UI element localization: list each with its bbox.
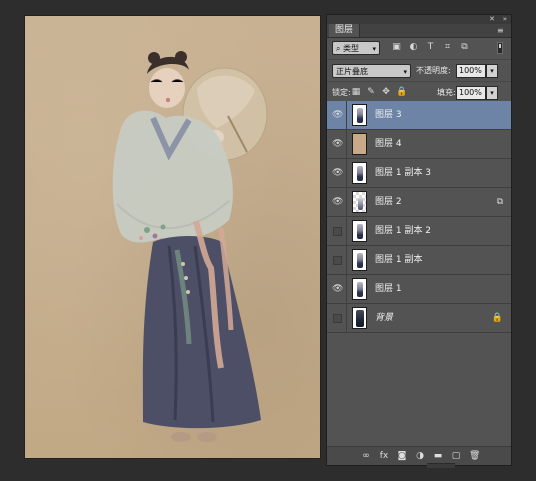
hidden-box-icon xyxy=(333,256,342,265)
lock-label: 锁定: xyxy=(332,88,351,97)
blend-row: 正片叠底 ▾ 不透明度: 100% ▾ xyxy=(327,60,511,82)
opacity-field[interactable]: 100% xyxy=(456,64,486,78)
fill-label: 填充: xyxy=(437,88,456,97)
hidden-box-icon xyxy=(333,314,342,323)
layer-row[interactable]: 👁 图层 1 副本 3 xyxy=(327,159,511,188)
layer-name: 图层 4 xyxy=(375,139,402,149)
figure-thumbnail-icon xyxy=(357,253,363,268)
panel-titlebar: ✕ » xyxy=(327,15,511,24)
layer-thumbnail xyxy=(352,162,367,184)
filter-pixel-layer-icon[interactable]: ▣ xyxy=(391,42,402,53)
layer-name: 图层 1 副本 xyxy=(375,255,423,265)
layer-thumbnail xyxy=(352,307,367,329)
visibility-toggle[interactable]: 👁 xyxy=(327,188,347,216)
opacity-label: 不透明度: xyxy=(416,66,451,75)
filter-type-layer-icon[interactable]: T xyxy=(425,42,436,53)
panel-resize-grip[interactable] xyxy=(427,463,455,468)
layer-name: 图层 2 xyxy=(375,197,402,207)
layer-row[interactable]: 👁 图层 4 xyxy=(327,130,511,159)
lock-transparency-icon[interactable]: ▦ xyxy=(351,87,361,97)
lock-pixels-icon[interactable]: ✎ xyxy=(366,87,376,97)
visibility-toggle[interactable]: 👁 xyxy=(327,159,347,187)
filter-row: ⌕ 类型 ▾ ▣ ◐ T ⌗ ⧉ xyxy=(327,38,511,60)
visibility-toggle[interactable]: 👁 xyxy=(327,101,347,129)
eye-icon: 👁 xyxy=(332,168,344,178)
layer-thumbnail xyxy=(352,249,367,271)
layer-name: 图层 3 xyxy=(375,110,402,120)
lock-all-icon[interactable]: 🔒 xyxy=(396,87,407,97)
blend-mode-select[interactable]: 正片叠底 ▾ xyxy=(332,64,411,78)
filter-search-icon: ⌕ xyxy=(336,44,341,53)
photoshop-workspace: ✕ » 图层 ≡ ⌕ 类型 ▾ ▣ ◐ T ⌗ ⧉ 正片叠底 ▾ 不透明度: 1… xyxy=(0,0,536,481)
tab-layers[interactable]: 图层 xyxy=(329,24,361,37)
chevron-down-icon: ▾ xyxy=(372,45,376,53)
fill-dropdown-button[interactable]: ▾ xyxy=(486,86,498,100)
layers-panel: ✕ » 图层 ≡ ⌕ 类型 ▾ ▣ ◐ T ⌗ ⧉ 正片叠底 ▾ 不透明度: 1… xyxy=(326,14,512,468)
layer-row[interactable]: 背景 🔒 xyxy=(327,304,511,333)
layer-name: 背景 xyxy=(375,313,394,323)
link-layers-icon[interactable]: ∞ xyxy=(361,450,371,462)
layer-row[interactable]: 👁 图层 1 xyxy=(327,275,511,304)
chevron-down-icon: ▾ xyxy=(403,68,407,76)
layer-row[interactable]: 👁 图层 3 xyxy=(327,101,511,130)
panel-collapse-button[interactable]: » xyxy=(503,15,507,24)
figure-thumbnail-icon xyxy=(357,166,363,181)
layers-footer: ∞ fx ◙ ◑ ▬ ▢ 🗑 xyxy=(327,446,511,468)
panel-tabbar: 图层 ≡ xyxy=(327,24,511,38)
figure-thumbnail-icon xyxy=(357,108,363,123)
layer-thumbnail xyxy=(352,220,367,242)
visibility-toggle[interactable] xyxy=(327,246,347,274)
panel-menu-icon[interactable]: ≡ xyxy=(497,26,505,35)
layers-list: 👁 图层 3 👁 图层 4 👁 图层 1 副本 3 👁 图层 2 ⧉ 图层 1 … xyxy=(327,101,511,343)
filter-shape-layer-icon[interactable]: ⌗ xyxy=(442,42,453,53)
filter-smart-object-icon[interactable]: ⧉ xyxy=(459,42,470,53)
filter-icons: ▣ ◐ T ⌗ ⧉ xyxy=(391,42,470,53)
fill-field[interactable]: 100% xyxy=(456,86,486,100)
footer-icons: ∞ fx ◙ ◑ ▬ ▢ 🗑 xyxy=(361,450,480,462)
layer-name: 图层 1 xyxy=(375,284,402,294)
visibility-toggle[interactable] xyxy=(327,217,347,245)
lock-icons: ▦ ✎ ✥ 🔒 xyxy=(351,87,407,97)
trash-icon[interactable]: 🗑 xyxy=(469,450,480,462)
layer-row[interactable]: 图层 1 副本 2 xyxy=(327,217,511,246)
filter-toggle-switch[interactable] xyxy=(497,42,503,54)
hanfu-illustration xyxy=(112,51,268,442)
new-layer-icon[interactable]: ▢ xyxy=(451,450,461,462)
filter-kind-select[interactable]: ⌕ 类型 ▾ xyxy=(332,41,380,55)
add-mask-icon[interactable]: ◙ xyxy=(397,450,407,462)
layer-thumbnail xyxy=(352,104,367,126)
figure-thumbnail-icon xyxy=(358,198,363,210)
adjustment-layer-icon[interactable]: ◑ xyxy=(415,450,425,462)
document-canvas[interactable] xyxy=(25,16,320,458)
lock-icon: 🔒 xyxy=(491,313,503,323)
layer-thumbnail xyxy=(352,133,367,155)
layer-thumbnail xyxy=(352,278,367,300)
hidden-box-icon xyxy=(333,227,342,236)
layer-row[interactable]: 图层 1 副本 xyxy=(327,246,511,275)
eye-icon: 👁 xyxy=(332,110,344,120)
fx-icon[interactable]: fx xyxy=(379,450,389,462)
blend-mode-label: 正片叠底 xyxy=(336,67,368,76)
visibility-toggle[interactable]: 👁 xyxy=(327,275,347,303)
eye-icon: 👁 xyxy=(332,139,344,149)
visibility-toggle[interactable] xyxy=(327,304,347,332)
layer-name: 图层 1 副本 2 xyxy=(375,226,432,236)
new-group-icon[interactable]: ▬ xyxy=(433,450,443,462)
smart-object-icon: ⧉ xyxy=(496,197,503,207)
visibility-toggle[interactable]: 👁 xyxy=(327,130,347,158)
panel-close-button[interactable]: ✕ xyxy=(489,15,495,24)
eye-icon: 👁 xyxy=(332,284,344,294)
background-thumbnail-icon xyxy=(356,310,364,327)
figure-thumbnail-icon xyxy=(357,282,363,297)
layer-name: 图层 1 副本 3 xyxy=(375,168,432,178)
eye-icon: 👁 xyxy=(332,197,344,207)
lock-position-icon[interactable]: ✥ xyxy=(381,87,391,97)
opacity-dropdown-button[interactable]: ▾ xyxy=(486,64,498,78)
filter-kind-label: 类型 xyxy=(343,44,360,53)
filter-adjustment-layer-icon[interactable]: ◐ xyxy=(408,42,419,53)
layer-thumbnail xyxy=(352,191,367,213)
layer-row[interactable]: 👁 图层 2 ⧉ xyxy=(327,188,511,217)
figure-thumbnail-icon xyxy=(357,224,363,239)
